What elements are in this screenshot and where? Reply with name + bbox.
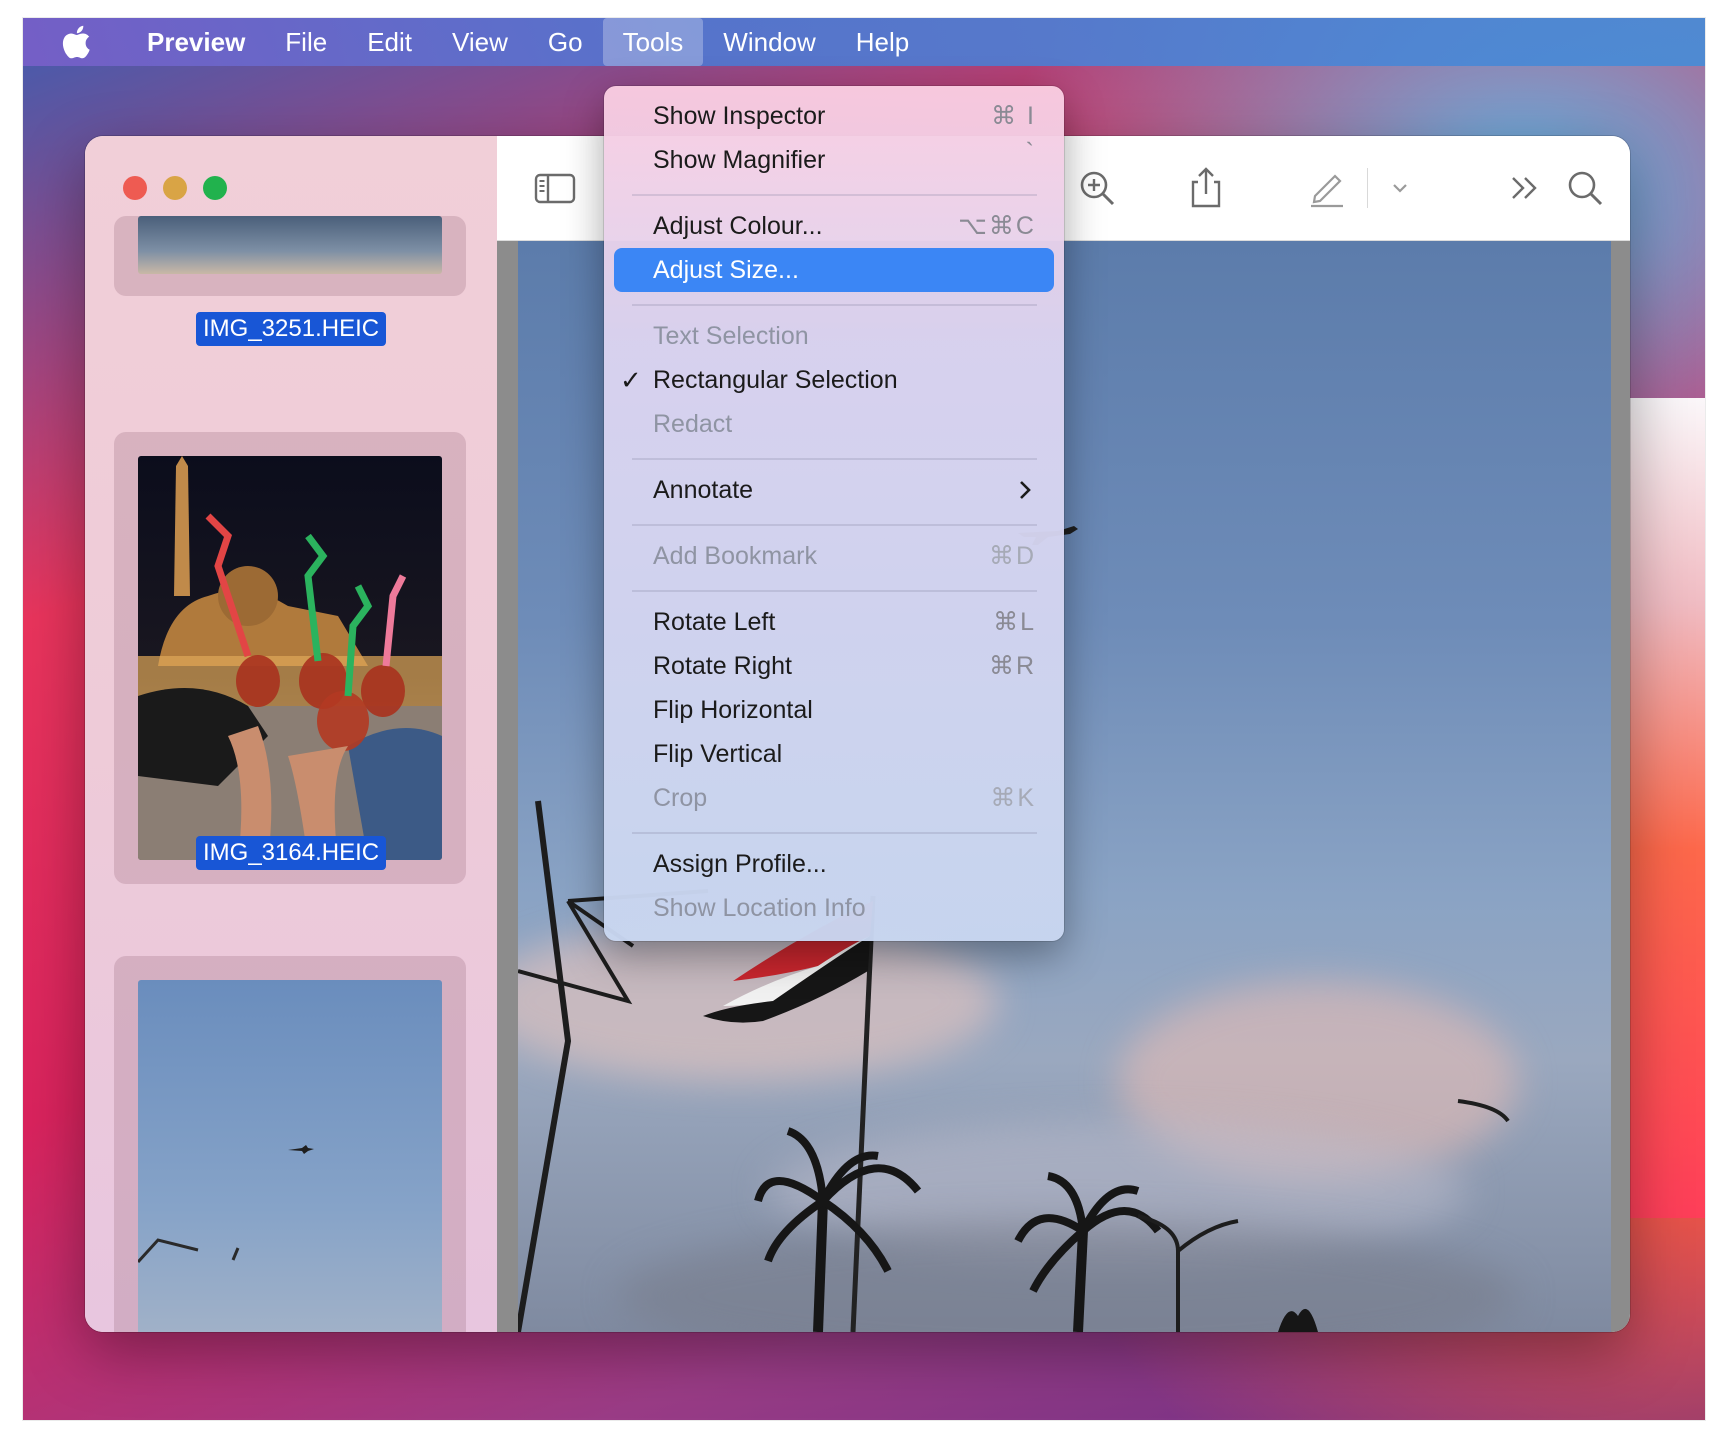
- toolbar-divider: [1367, 168, 1368, 208]
- tools-menu: Show Inspector ⌘ I Show Magnifier ` Adju…: [604, 86, 1064, 941]
- menu-item-flip-vertical[interactable]: Flip Vertical: [614, 732, 1054, 776]
- minimize-window-button[interactable]: [163, 176, 187, 200]
- menu-item-add-bookmark[interactable]: Add Bookmark ⌘D: [614, 534, 1054, 578]
- menu-separator: [632, 832, 1037, 834]
- menu-item-show-magnifier[interactable]: Show Magnifier `: [614, 138, 1054, 182]
- menu-item-crop[interactable]: Crop ⌘K: [614, 776, 1054, 820]
- sidebar-toggle-icon[interactable]: [533, 166, 577, 210]
- menu-go[interactable]: Go: [528, 18, 603, 66]
- checkmark-icon: ✓: [620, 365, 642, 395]
- thumbnail-image: [138, 980, 442, 1332]
- shortcut-label: ⌘D: [988, 542, 1036, 570]
- zoom-window-button[interactable]: [203, 176, 227, 200]
- share-icon[interactable]: [1184, 166, 1228, 210]
- menu-separator: [632, 458, 1037, 460]
- menu-item-assign-profile[interactable]: Assign Profile...: [614, 842, 1054, 886]
- thumbnail-image: [138, 216, 442, 274]
- menu-item-adjust-size[interactable]: Adjust Size...: [614, 248, 1054, 292]
- thumbnail-image: [138, 456, 442, 860]
- menu-item-show-location-info[interactable]: Show Location Info: [614, 886, 1054, 930]
- thumbnail-card[interactable]: [114, 216, 466, 296]
- thumbnail-sidebar[interactable]: IMG_3251.HEIC IMG_3164.HEIC: [85, 136, 497, 1332]
- menu-item-rotate-right[interactable]: Rotate Right ⌘R: [614, 644, 1054, 688]
- menu-item-text-selection[interactable]: Text Selection: [614, 314, 1054, 358]
- menu-file[interactable]: File: [265, 18, 347, 66]
- menu-edit[interactable]: Edit: [347, 18, 432, 66]
- menu-item-redact[interactable]: Redact: [614, 402, 1054, 446]
- menu-separator: [632, 524, 1037, 526]
- menu-item-flip-horizontal[interactable]: Flip Horizontal: [614, 688, 1054, 732]
- menu-view[interactable]: View: [432, 18, 528, 66]
- chevron-right-icon: [1014, 478, 1036, 502]
- menu-bar: Preview File Edit View Go Tools Window H…: [23, 18, 1705, 66]
- shortcut-label: ⌘K: [990, 784, 1036, 812]
- shortcut-label: `: [1025, 138, 1036, 166]
- apple-icon[interactable]: [61, 25, 91, 59]
- menu-tools[interactable]: Tools: [602, 18, 704, 66]
- menu-window[interactable]: Window: [703, 18, 835, 66]
- menu-help[interactable]: Help: [836, 18, 929, 66]
- thumbnail-filename[interactable]: IMG_3164.HEIC: [196, 836, 387, 870]
- menu-separator: [632, 590, 1037, 592]
- thumbnail-card[interactable]: [114, 432, 466, 884]
- menu-separator: [632, 194, 1037, 196]
- zoom-in-icon[interactable]: [1075, 166, 1119, 210]
- thumbnail-card[interactable]: [114, 956, 466, 1332]
- menu-item-show-inspector[interactable]: Show Inspector ⌘ I: [614, 94, 1054, 138]
- more-chevrons-icon[interactable]: [1503, 166, 1547, 210]
- search-icon[interactable]: [1563, 166, 1607, 210]
- markup-pen-icon[interactable]: [1305, 166, 1349, 210]
- chevron-down-icon[interactable]: [1378, 166, 1422, 210]
- shortcut-label: ⌘L: [993, 608, 1036, 636]
- menu-item-rectangular-selection[interactable]: ✓ Rectangular Selection: [614, 358, 1054, 402]
- shortcut-label: ⌘R: [988, 652, 1036, 680]
- close-window-button[interactable]: [123, 176, 147, 200]
- menu-item-annotate[interactable]: Annotate: [614, 468, 1054, 512]
- menu-item-rotate-left[interactable]: Rotate Left ⌘L: [614, 600, 1054, 644]
- menu-item-adjust-colour[interactable]: Adjust Colour... ⌥⌘C: [614, 204, 1054, 248]
- menu-separator: [632, 304, 1037, 306]
- desktop: Preview File Edit View Go Tools Window H…: [23, 18, 1705, 1420]
- shortcut-label: ⌥⌘C: [958, 212, 1036, 240]
- thumbnail-filename[interactable]: IMG_3251.HEIC: [196, 312, 387, 346]
- menu-app-preview[interactable]: Preview: [121, 18, 265, 66]
